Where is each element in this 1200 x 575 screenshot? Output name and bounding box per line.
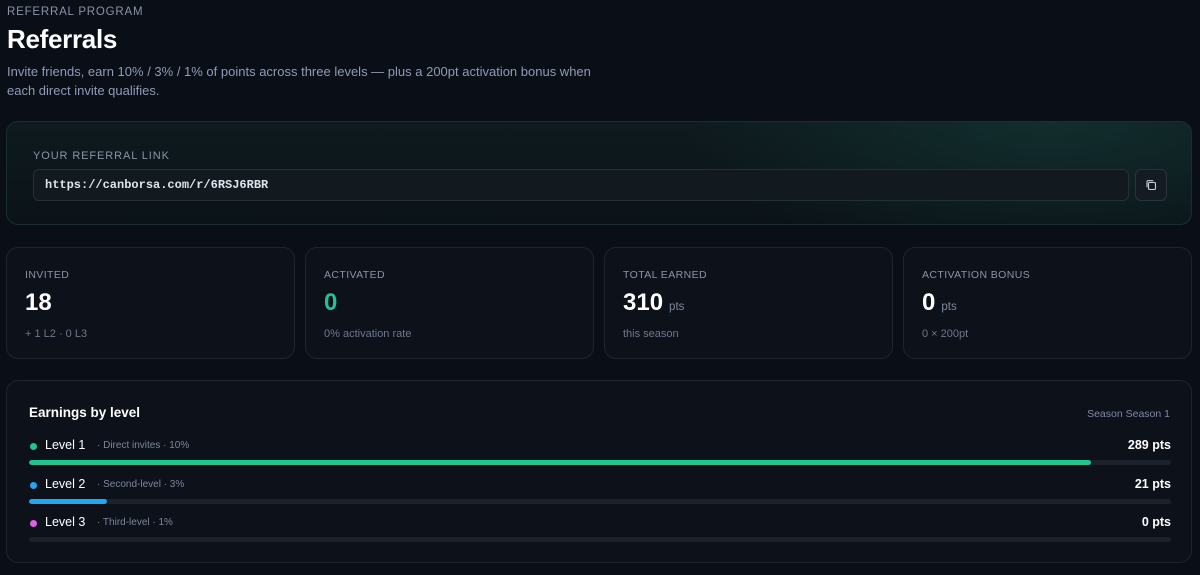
earnings-title: Earnings by level: [29, 405, 141, 420]
level-row-1: Level 1 · Direct invites · 10% 289 pts: [29, 438, 1171, 468]
referral-link-field[interactable]: https://canborsa.com/r/6RSJ6RBR: [33, 169, 1129, 201]
level-2-dot: [30, 482, 37, 489]
stat-label: INVITED: [25, 269, 70, 281]
copy-link-button[interactable]: [1135, 169, 1167, 201]
stat-number: 18: [25, 289, 52, 316]
level-row-3: Level 3 · Third-level · 1% 0 pts: [29, 515, 1171, 545]
stat-card-activation-bonus: ACTIVATION BONUS 0 pts 0 × 200pt: [903, 247, 1192, 359]
stat-unit: pts: [669, 301, 685, 313]
level-name: Level 3: [45, 515, 86, 529]
stat-card-total-earned: TOTAL EARNED 310 pts this season: [604, 247, 893, 359]
page-subtitle: Invite friends, earn 10% / 3% / 1% of po…: [7, 64, 591, 98]
referral-link-label: YOUR REFERRAL LINK: [33, 150, 170, 162]
stat-value: 310 pts: [623, 289, 684, 317]
stat-label: ACTIVATION BONUS: [922, 269, 1031, 281]
level-name: Level 2: [45, 477, 86, 491]
level-description: · Second-level · 3%: [97, 479, 185, 490]
eyebrow-label: REFERRAL PROGRAM: [7, 6, 144, 18]
stat-card-invited: INVITED 18 + 1 L2 · 0 L3: [6, 247, 295, 359]
level-1-dot: [30, 443, 37, 450]
stat-subtext: + 1 L2 · 0 L3: [25, 328, 88, 340]
stat-value: 18: [25, 289, 58, 317]
level-points: 289 pts: [1127, 438, 1171, 452]
stat-number: 0: [324, 289, 338, 316]
stat-label: TOTAL EARNED: [623, 269, 707, 281]
level-2-progress-fill: [29, 499, 107, 504]
stat-card-activated: ACTIVATED 0 0% activation rate: [305, 247, 594, 359]
season-label: Season Season 1: [1087, 408, 1170, 420]
stat-subtext: this season: [623, 328, 679, 340]
referral-link-card: YOUR REFERRAL LINK https://canborsa.com/…: [6, 121, 1192, 225]
stat-number: 0: [922, 289, 936, 316]
level-points: 21 pts: [1134, 477, 1171, 491]
stat-unit: pts: [941, 301, 957, 313]
stat-subtext: 0% activation rate: [324, 328, 412, 340]
copy-icon: [1146, 180, 1157, 191]
level-points: 0 pts: [1141, 515, 1171, 529]
level-1-progress-fill: [29, 460, 1092, 465]
stat-subtext: 0 × 200pt: [922, 328, 969, 340]
stat-value: 0 pts: [922, 289, 957, 317]
level-description: · Direct invites · 10%: [97, 440, 190, 451]
stat-value: 0: [324, 289, 343, 317]
earnings-by-level-card: Earnings by level Season Season 1 Level …: [6, 380, 1192, 563]
level-progress-track: [29, 537, 1171, 542]
level-3-dot: [30, 520, 37, 527]
level-progress-track: [29, 499, 1171, 504]
page-title: Referrals: [7, 24, 118, 54]
stat-label: ACTIVATED: [324, 269, 385, 281]
stat-number: 310: [623, 289, 664, 316]
level-progress-track: [29, 460, 1171, 465]
level-description: · Third-level · 1%: [97, 517, 173, 528]
level-row-2: Level 2 · Second-level · 3% 21 pts: [29, 477, 1171, 507]
level-name: Level 1: [45, 438, 86, 452]
